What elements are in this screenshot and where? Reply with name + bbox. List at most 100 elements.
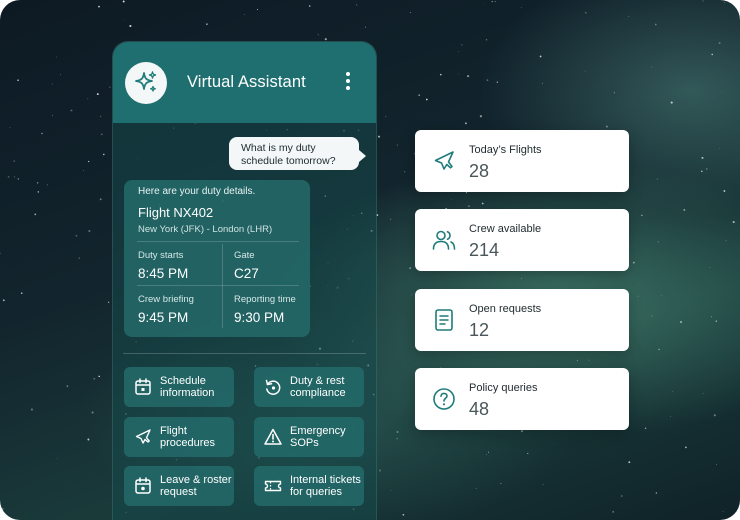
star xyxy=(683,208,686,211)
star xyxy=(88,160,90,163)
star xyxy=(588,359,590,361)
stat-label: Policy queries xyxy=(469,382,538,394)
rotate-icon xyxy=(265,379,281,395)
duty-starts-value: 8:45 PM xyxy=(138,266,189,281)
quick-action-label: Schedule information xyxy=(160,375,215,399)
star xyxy=(661,295,663,296)
star xyxy=(628,461,631,464)
star xyxy=(51,83,53,85)
star xyxy=(637,295,639,297)
star xyxy=(520,7,522,8)
star xyxy=(467,205,470,208)
star xyxy=(585,12,587,14)
schedule-information-button[interactable]: Schedule information xyxy=(124,367,234,407)
plane-icon xyxy=(434,151,454,170)
star xyxy=(672,391,674,393)
star xyxy=(612,510,615,513)
crew-briefing-value: 9:45 PM xyxy=(138,310,189,325)
leave-roster-request-button[interactable]: Leave & roster request xyxy=(124,466,234,506)
star xyxy=(418,94,421,97)
star xyxy=(308,5,311,7)
internal-tickets-button[interactable]: Internal tickets for queries xyxy=(254,466,364,506)
star xyxy=(37,191,39,193)
stat-label: Today’s Flights xyxy=(469,144,542,156)
calendar-icon xyxy=(135,378,151,395)
star xyxy=(244,13,245,15)
star xyxy=(439,73,442,76)
star xyxy=(96,93,99,96)
emergency-sops-button[interactable]: Emergency SOPs xyxy=(254,417,364,457)
star xyxy=(124,19,126,20)
star xyxy=(702,392,704,394)
star xyxy=(98,5,100,8)
star xyxy=(109,86,111,88)
star xyxy=(46,184,48,186)
assistant-title: Virtual Assistant xyxy=(187,73,306,91)
star xyxy=(715,464,717,466)
star xyxy=(409,11,411,14)
flight-route: New York (JFK) - London (LHR) xyxy=(138,224,273,235)
open-requests-card[interactable]: Open requests 12 xyxy=(415,289,629,351)
star xyxy=(122,0,125,3)
star xyxy=(700,170,703,173)
star xyxy=(527,452,529,455)
star xyxy=(725,239,727,241)
star xyxy=(491,0,493,3)
star xyxy=(356,4,358,6)
question-icon xyxy=(433,388,455,410)
star xyxy=(722,510,724,513)
crew-briefing-label: Crew briefing xyxy=(138,294,194,305)
star xyxy=(385,115,387,117)
crew-available-card[interactable]: Crew available 214 xyxy=(415,209,629,271)
star xyxy=(93,377,96,380)
star xyxy=(520,430,524,433)
star xyxy=(99,198,102,201)
plane-icon xyxy=(135,429,151,444)
star xyxy=(651,66,653,68)
star xyxy=(486,454,488,455)
more-vertical-icon[interactable] xyxy=(342,70,354,94)
star xyxy=(654,23,657,26)
star xyxy=(494,1,496,2)
star xyxy=(9,127,11,128)
star xyxy=(317,34,319,36)
star xyxy=(488,451,490,453)
star xyxy=(98,375,100,378)
star xyxy=(390,218,392,220)
users-icon xyxy=(432,230,456,250)
star xyxy=(0,252,1,254)
star xyxy=(520,278,522,280)
star xyxy=(723,190,726,192)
quick-action-label: Duty & rest compliance xyxy=(290,375,346,399)
star xyxy=(7,176,10,178)
star xyxy=(711,53,713,56)
star xyxy=(656,178,658,180)
star xyxy=(466,192,468,194)
todays-flights-card[interactable]: Today’s Flights 28 xyxy=(415,130,629,192)
star xyxy=(13,160,15,162)
duty-rest-compliance-button[interactable]: Duty & rest compliance xyxy=(254,367,364,407)
quick-action-label: Flight procedures xyxy=(160,425,216,449)
star xyxy=(107,301,110,304)
star xyxy=(709,267,711,268)
star xyxy=(70,109,73,112)
star xyxy=(542,484,544,485)
star xyxy=(20,292,23,295)
star xyxy=(657,241,659,243)
star xyxy=(628,15,630,17)
policy-queries-card[interactable]: Policy queries 48 xyxy=(415,368,629,430)
star xyxy=(651,315,653,317)
flight-procedures-button[interactable]: Flight procedures xyxy=(124,417,234,457)
star xyxy=(711,316,713,318)
star xyxy=(411,294,413,296)
star xyxy=(402,513,405,516)
assistant-header: Virtual Assistant xyxy=(113,42,376,123)
star xyxy=(396,144,398,146)
star xyxy=(713,414,716,417)
star xyxy=(732,221,735,224)
star xyxy=(486,79,489,81)
divider xyxy=(123,353,366,354)
star xyxy=(2,299,5,302)
reporting-time-label: Reporting time xyxy=(234,294,296,305)
stat-value: 214 xyxy=(469,240,500,260)
